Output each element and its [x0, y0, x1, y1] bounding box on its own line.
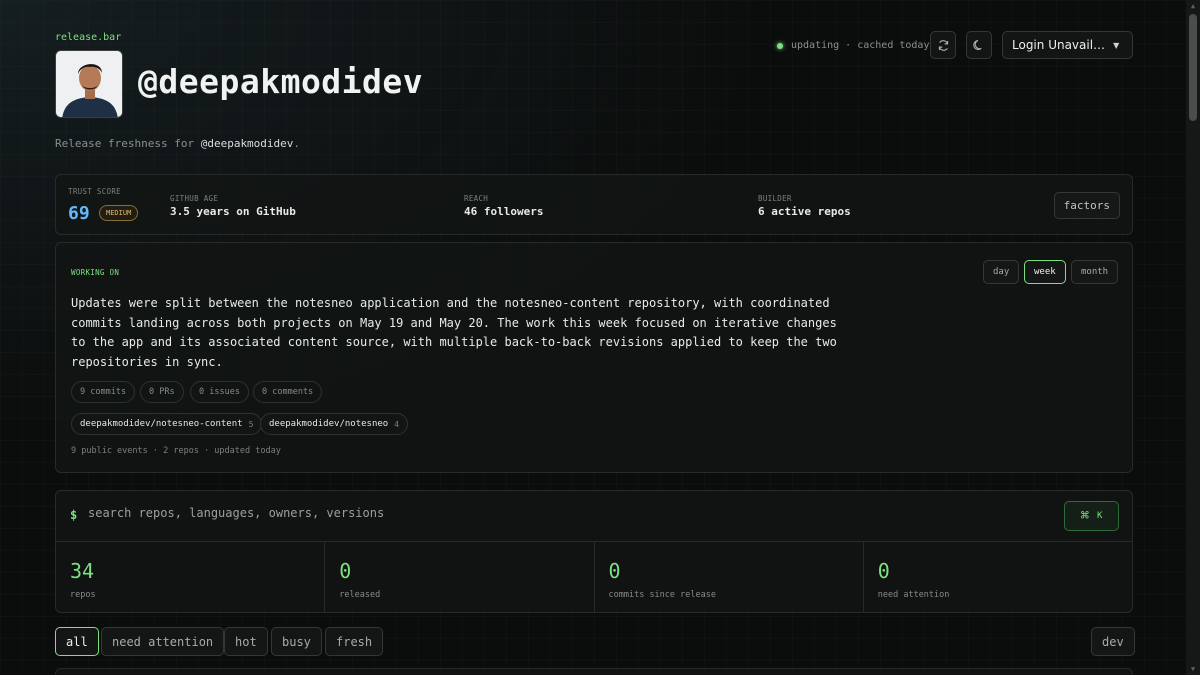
- subtitle-prefix: Release freshness for: [55, 137, 201, 150]
- status-text: updating · cached today: [791, 40, 930, 51]
- shortcut-key: K: [1097, 511, 1103, 521]
- page-subtitle: Release freshness for @deepakmodidev.: [55, 137, 300, 150]
- avatar-image: [56, 51, 122, 117]
- stat-released: 0 released: [325, 542, 595, 613]
- filter-all[interactable]: all: [55, 627, 99, 656]
- filter-busy[interactable]: busy: [271, 627, 322, 656]
- repo-chip-name: deepakmodidev/notesneo-content: [80, 419, 243, 429]
- repo-chip-name: deepakmodidev/notesneo: [269, 419, 389, 429]
- github-age-value: 3.5 years on GitHub: [170, 205, 296, 218]
- repo-chip-count: 5: [248, 419, 254, 429]
- chevron-down-icon: ▼: [1113, 40, 1120, 50]
- scroll-down-icon[interactable]: ▼: [1189, 665, 1197, 673]
- trust-level-badge: MEDIUM: [99, 205, 139, 221]
- reach-label: REACH: [464, 194, 489, 203]
- prompt-icon: $: [70, 508, 78, 522]
- stat-value: 34: [70, 559, 95, 583]
- repo-chip-count: 4: [394, 419, 400, 429]
- working-on-label: WORKING ON: [71, 268, 120, 277]
- sort-button[interactable]: dev: [1091, 627, 1135, 656]
- status-indicator: updating · cached today: [777, 40, 929, 51]
- filter-need-attention[interactable]: need attention: [101, 627, 225, 656]
- moon-icon: [973, 39, 982, 50]
- stat-commits-since-release: 0 commits since release: [595, 542, 864, 613]
- stat-need-attention: 0 need attention: [864, 542, 1132, 613]
- refresh-button[interactable]: [930, 31, 956, 59]
- builder-value: 6 active repos: [758, 205, 851, 218]
- commits-chip: 9 commits: [71, 381, 136, 403]
- repo-chip-notesneo-content[interactable]: deepakmodidev/notesneo-content 5: [71, 413, 263, 435]
- stat-label: commits since release: [608, 590, 716, 600]
- theme-toggle-button[interactable]: [966, 31, 992, 59]
- stat-label: released: [339, 590, 381, 600]
- command-palette-button[interactable]: ⌘ K: [1064, 501, 1119, 531]
- login-dropdown[interactable]: Login Unavail… ▼: [1002, 31, 1133, 59]
- refresh-icon: [938, 39, 948, 51]
- search-panel: $ ⌘ K 34 repos 0 released 0 commits sinc…: [55, 490, 1133, 613]
- reach-value: 46 followers: [464, 205, 544, 218]
- comments-chip: 0 comments: [253, 381, 323, 403]
- stats-row: 34 repos 0 released 0 commits since rele…: [56, 541, 1132, 613]
- activity-summary: Updates were split between the notesneo …: [71, 296, 837, 369]
- stat-label: repos: [70, 590, 96, 600]
- page-title: @deepakmodidev: [138, 62, 424, 101]
- scrollbar[interactable]: ▲ ▼: [1186, 0, 1200, 675]
- filter-hot[interactable]: hot: [224, 627, 268, 656]
- brand-logo[interactable]: release.bar: [55, 32, 121, 43]
- command-key-icon: ⌘: [1080, 508, 1089, 524]
- scrollbar-thumb[interactable]: [1189, 14, 1197, 121]
- repo-chip-notesneo[interactable]: deepakmodidev/notesneo 4: [260, 413, 409, 435]
- stat-repos: 34 repos: [56, 542, 326, 613]
- builder-label: BUILDER: [758, 194, 792, 203]
- period-week-button[interactable]: week: [1024, 260, 1066, 284]
- status-dot-icon: [777, 42, 783, 49]
- factors-button[interactable]: factors: [1053, 192, 1120, 219]
- period-day-button[interactable]: day: [983, 260, 1020, 284]
- stat-value: 0: [608, 559, 621, 583]
- subtitle-suffix: .: [293, 137, 301, 150]
- login-label: Login Unavail…: [1012, 38, 1106, 52]
- trust-score-value: 69: [68, 203, 90, 224]
- stat-value: 0: [877, 559, 890, 583]
- repo-list-panel: [55, 668, 1133, 675]
- trust-panel: TRUST SCORE 69 MEDIUM GITHUB AGE 3.5 yea…: [55, 174, 1133, 235]
- scroll-up-icon[interactable]: ▲: [1189, 2, 1197, 10]
- search-input[interactable]: [88, 506, 688, 520]
- period-month-button[interactable]: month: [1071, 260, 1119, 284]
- trust-score-label: TRUST SCORE: [68, 187, 121, 196]
- working-on-panel: WORKING ON day week month Updates were s…: [55, 242, 1133, 473]
- stat-label: need attention: [877, 590, 950, 600]
- filter-fresh[interactable]: fresh: [325, 627, 384, 656]
- issues-chip: 0 issues: [190, 381, 249, 403]
- events-summary: 9 public events · 2 repos · updated toda…: [71, 446, 281, 456]
- stat-value: 0: [339, 559, 352, 583]
- avatar: [55, 50, 123, 118]
- github-age-label: GITHUB AGE: [170, 194, 219, 203]
- subtitle-handle: @deepakmodidev: [200, 137, 294, 150]
- prs-chip: 0 PRs: [140, 381, 184, 403]
